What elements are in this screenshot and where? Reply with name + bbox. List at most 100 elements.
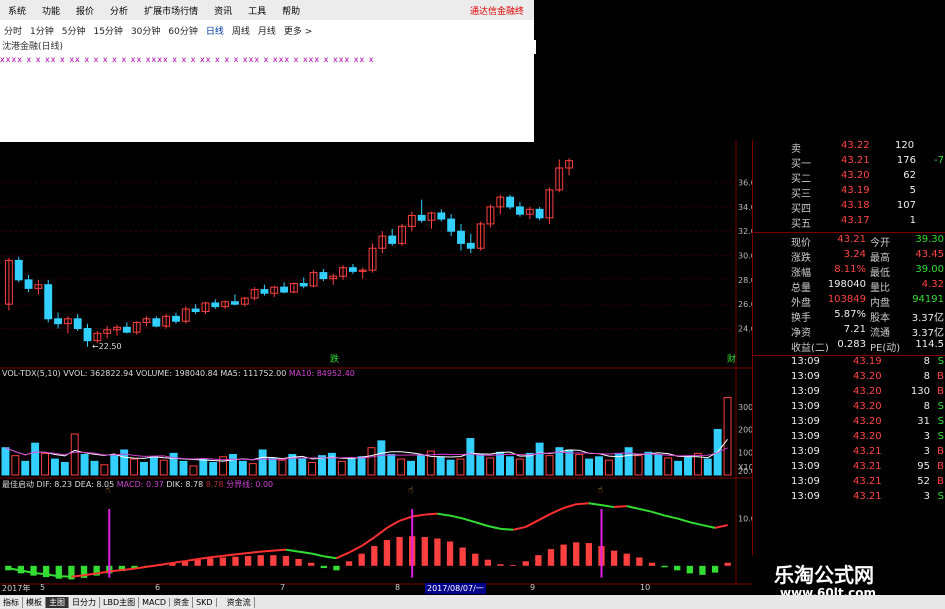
date-label: 2017年 xyxy=(2,584,31,593)
menu-item-4[interactable]: 扩展市场行情 xyxy=(136,4,206,17)
quote-row: 13:09 43.20 3 S xyxy=(753,431,945,446)
bottom-tab-7[interactable]: SKD xyxy=(193,597,217,607)
chart-subtitle: 沈港金融(日线) xyxy=(0,40,536,54)
quote-row: 涨跌 3.24 最高 43.45 xyxy=(753,249,945,264)
macd-line-segment xyxy=(33,571,47,576)
bottom-tab-1[interactable]: 模板 xyxy=(23,596,46,608)
price-axis-label: 28.00 xyxy=(738,276,752,285)
period-tab-2[interactable]: 5分钟 xyxy=(58,24,90,37)
menu-bar: 系统 功能 报价 分析 扩展市场行情 资讯 工具 帮助 xyxy=(0,0,534,20)
tick-price: 43.21 xyxy=(853,491,882,502)
period-tab-1[interactable]: 1分钟 xyxy=(26,24,58,37)
volume-bar xyxy=(31,442,40,476)
stat-value: 4.32 xyxy=(921,279,944,290)
bottom-tab-2[interactable]: 主图 xyxy=(46,596,69,608)
menu-item-3[interactable]: 分析 xyxy=(102,4,136,17)
quote-row: 买五 43.17 1 xyxy=(753,215,945,230)
macd-line-segment xyxy=(399,515,413,522)
tick-direction: B xyxy=(937,461,944,472)
bid-price: 43.17 xyxy=(841,215,870,226)
period-tab-4[interactable]: 30分钟 xyxy=(127,24,164,37)
bid-label: 买一 xyxy=(791,159,811,170)
volume-bar xyxy=(308,461,317,476)
menu-item-7[interactable]: 帮助 xyxy=(274,4,308,17)
volume-bar xyxy=(644,451,653,476)
candle-body xyxy=(437,212,446,220)
macd-line-segment xyxy=(537,512,552,522)
volume-bar xyxy=(149,456,158,476)
candle-body xyxy=(466,242,475,249)
bid-volume: 62 xyxy=(903,170,916,181)
tick-price: 43.20 xyxy=(853,401,882,412)
stat-value: 198040 xyxy=(827,279,866,290)
watermark-title: 乐淘公式网 xyxy=(774,563,874,587)
period-tab-3[interactable]: 15分钟 xyxy=(89,24,126,37)
macd-line-segment xyxy=(550,507,565,515)
stat-label: 涨幅 xyxy=(791,268,811,279)
tick-price: 43.20 xyxy=(853,416,882,427)
quote-row: 13:09 43.19 8 S xyxy=(753,356,945,371)
bottom-tab-6[interactable]: 资金 xyxy=(170,596,194,608)
volume-bar xyxy=(703,458,712,476)
date-label: 5 xyxy=(40,583,46,592)
volume-axis-label: 20000 xyxy=(738,426,752,435)
stat-value: 39.00 xyxy=(915,264,944,275)
menu-item-1[interactable]: 功能 xyxy=(34,4,68,17)
tick-volume: 52 xyxy=(917,476,930,487)
brand-label: 通达信金融终 xyxy=(470,7,525,17)
candle-body xyxy=(417,214,426,221)
volume-bar xyxy=(337,460,346,476)
volume-bar xyxy=(41,452,49,476)
quote-panel: 卖 43.22 120 买一 43.21 176 -7 买二 43.20 62 买三 43.19 5 买四… xyxy=(752,140,945,595)
macd-header-item: 8.78 xyxy=(205,480,227,489)
period-tab-9[interactable]: 更多 > xyxy=(280,24,316,37)
stat-value: 0.283 xyxy=(837,339,866,350)
candle-body xyxy=(191,308,200,312)
macd-line-segment xyxy=(525,519,539,528)
stat-label: 今开 xyxy=(870,238,890,249)
volume-bar xyxy=(179,460,188,476)
candle-body xyxy=(44,284,53,320)
volume-bar xyxy=(110,455,119,476)
date-label: 2017/08/07/一 xyxy=(425,583,486,594)
volume-bar xyxy=(189,465,198,476)
bottom-tab-5[interactable]: MACD xyxy=(139,597,171,607)
macd-line-segment xyxy=(512,525,526,531)
volume-bar xyxy=(159,459,168,476)
date-label: 9 xyxy=(530,583,536,592)
macd-line-segment xyxy=(298,550,312,555)
menu-item-6[interactable]: 工具 xyxy=(240,4,274,17)
bottom-tab-4[interactable]: LBD主图 xyxy=(100,596,140,608)
bottom-tab-3[interactable]: 日分力 xyxy=(69,596,100,608)
chart-area[interactable]: 36.00 34.00 32.00 30.00 28.00 26.00 24.00 ←22.5… xyxy=(0,140,752,595)
menu-item-5[interactable]: 资讯 xyxy=(206,4,240,17)
bid-label: 买四 xyxy=(791,204,811,215)
bid-price: 43.20 xyxy=(841,170,870,181)
macd-line-segment xyxy=(424,512,438,516)
menu-item-2[interactable]: 报价 xyxy=(68,4,102,17)
bottom-tab-9[interactable]: 资金流 xyxy=(224,596,255,608)
tick-time: 13:09 xyxy=(791,386,820,397)
volume-bar xyxy=(545,455,554,476)
candle-body xyxy=(211,302,220,308)
blank-area xyxy=(0,66,534,142)
period-tab-5[interactable]: 60分钟 xyxy=(164,24,201,37)
volume-bar xyxy=(575,454,584,476)
macd-line-segment xyxy=(487,525,501,530)
volume-bar xyxy=(169,452,178,476)
tick-price: 43.21 xyxy=(853,476,882,487)
volume-bar xyxy=(436,456,445,476)
macd-line-segment xyxy=(474,521,489,527)
volume-bar xyxy=(100,464,109,476)
period-tab-0[interactable]: 分时 xyxy=(0,24,26,37)
bottom-tab-0[interactable]: 指标 xyxy=(0,596,23,608)
period-tab-8[interactable]: 月线 xyxy=(254,24,280,37)
menu-item-0[interactable]: 系统 xyxy=(0,4,34,17)
macd-line-segment xyxy=(323,555,337,560)
tick-price: 43.19 xyxy=(853,356,882,367)
period-tab-6[interactable]: 日线 xyxy=(202,24,228,37)
period-tab-7[interactable]: 周线 xyxy=(228,24,254,37)
tick-time: 13:09 xyxy=(791,431,820,442)
candle-body xyxy=(348,267,357,272)
macd-line-segment xyxy=(626,505,640,510)
